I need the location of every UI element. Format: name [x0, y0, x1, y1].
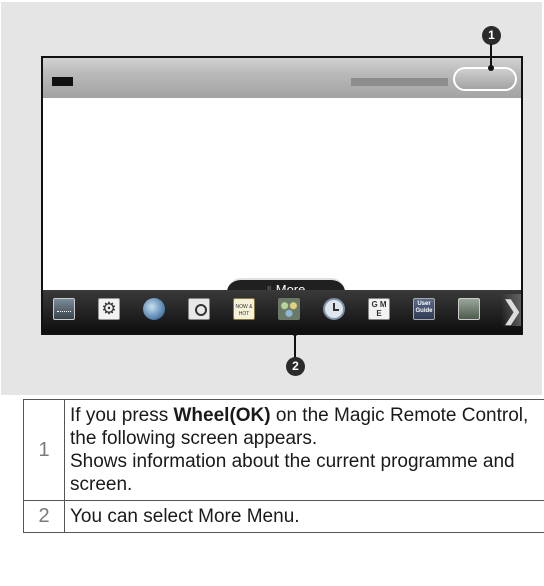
info-pill-button[interactable] [453, 67, 517, 91]
game-world-icon[interactable]: G M E [368, 298, 390, 320]
button-name: Wheel(OK) [173, 405, 271, 426]
row-number: 1 [23, 399, 65, 501]
row-description: You can select More Menu. [64, 500, 544, 533]
internet-icon[interactable] [143, 298, 165, 320]
programme-progress-bar [351, 78, 448, 86]
row-description: If you press Wheel(OK) on the Magic Remo… [64, 399, 544, 501]
description-text: Shows information about the current prog… [70, 451, 515, 495]
table-row: 1 If you press Wheel(OK) on the Magic Re… [23, 399, 544, 501]
search-icon[interactable] [188, 298, 210, 320]
callout-1-end [488, 65, 494, 71]
user-guide-icon[interactable]: User Guide [413, 298, 435, 320]
channel-indicator [52, 77, 73, 86]
more-apps-icon[interactable] [278, 298, 300, 320]
callout-1: 1 [482, 26, 501, 45]
scroll-right-icon[interactable]: ❯ [501, 294, 521, 326]
manual-icon[interactable] [458, 298, 480, 320]
now-and-hot-icon[interactable]: NOW & HOT [233, 298, 255, 320]
description-text: If you press [70, 405, 174, 426]
table-row: 2 You can select More Menu. [23, 500, 544, 533]
settings-icon[interactable]: ⚙ [98, 298, 120, 320]
clock-icon[interactable] [323, 298, 345, 320]
description-table: 1 If you press Wheel(OK) on the Magic Re… [23, 399, 544, 533]
callout-2: 2 [286, 357, 305, 376]
more-menu-bar: ⚙ NOW & HOT G M E User Guide ❯ [43, 290, 521, 333]
input-list-icon[interactable] [53, 298, 75, 320]
callout-1-line [490, 44, 492, 67]
tv-screen: ⠿More ⚙ NOW & HOT G M E User Guide ❯ [41, 56, 523, 335]
row-number: 2 [23, 500, 65, 533]
callout-2-line [294, 334, 296, 358]
info-bar [43, 58, 521, 98]
